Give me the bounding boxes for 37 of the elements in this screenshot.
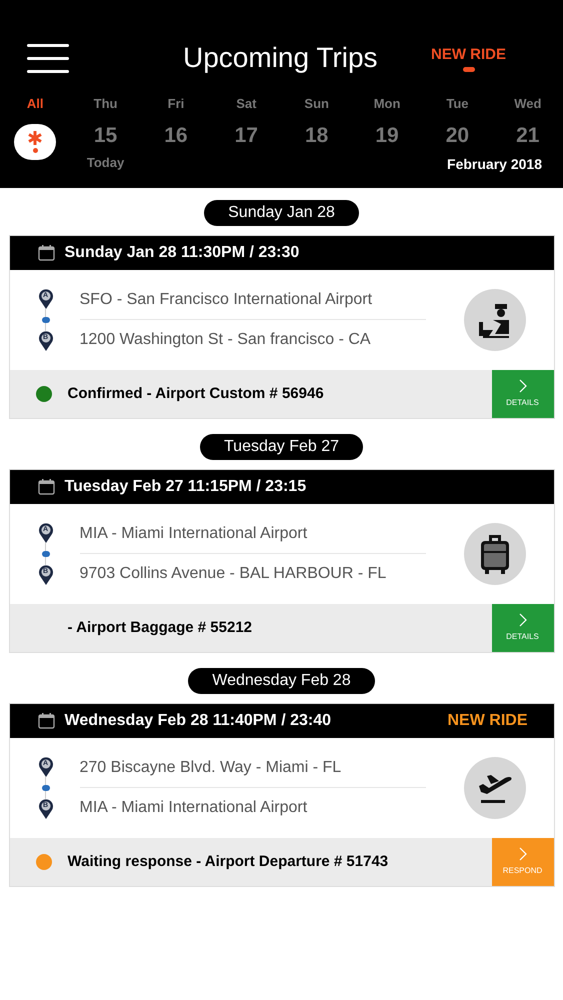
dropoff-address: 1200 Washington St - San francisco - CA xyxy=(80,330,372,350)
details-button[interactable]: DETAILS xyxy=(492,604,554,652)
day-tab[interactable]: Sat 17 xyxy=(211,94,282,151)
day-tab[interactable]: Fri 16 xyxy=(140,94,212,151)
details-button[interactable]: DETAILS xyxy=(492,370,554,418)
new-ride-label: NEW RIDE xyxy=(448,711,528,731)
trip-datetime: Sunday Jan 28 11:30PM / 23:30 xyxy=(64,243,300,263)
dropoff-address: MIA - Miami International Airport xyxy=(80,798,308,818)
pickup-address: MIA - Miami International Airport xyxy=(80,524,426,554)
pickup-address: 270 Biscayne Blvd. Way - Miami - FL xyxy=(80,758,426,788)
trip-datetime: Tuesday Feb 27 11:15PM / 23:15 xyxy=(64,477,308,497)
day-tab[interactable]: Thu 15 Today xyxy=(70,94,141,172)
date-heading: Tuesday Feb 27 xyxy=(200,434,364,460)
day-tab[interactable]: All xyxy=(0,94,70,160)
asterisk-icon xyxy=(27,130,44,146)
pickup-address: SFO - San Francisco International Airport xyxy=(80,290,426,320)
calendar-icon xyxy=(38,479,54,495)
trip-status: Confirmed - Airport Custom # 56946 xyxy=(68,384,324,404)
month-label: February 2018 xyxy=(447,154,542,174)
date-heading: Wednesday Feb 28 xyxy=(188,668,375,694)
chevron-right-icon xyxy=(518,379,526,393)
day-tab[interactable]: Tue 20 xyxy=(422,94,493,151)
trip-status: Waiting response - Airport Departure # 51743 xyxy=(68,852,388,872)
page-title: Upcoming Trips xyxy=(183,41,379,75)
date-heading: Sunday Jan 28 xyxy=(204,200,359,226)
day-tab[interactable]: Wed 21 xyxy=(492,94,563,151)
dropoff-address: 9703 Collins Avenue - BAL HARBOUR - FL xyxy=(80,564,388,584)
chevron-right-icon xyxy=(518,847,526,861)
trip-status: - Airport Baggage # 55212 xyxy=(68,618,252,638)
calendar-icon xyxy=(38,713,54,729)
day-tab[interactable]: Sun 18 xyxy=(282,94,352,151)
day-tab[interactable]: Mon 19 xyxy=(352,94,422,151)
trip-datetime: Wednesday Feb 28 11:40PM / 23:40 xyxy=(64,711,332,731)
new-ride-button[interactable]: NEW RIDE xyxy=(431,44,506,72)
menu-icon[interactable] xyxy=(27,42,69,74)
calendar-icon xyxy=(38,245,54,261)
chevron-right-icon xyxy=(518,613,526,627)
